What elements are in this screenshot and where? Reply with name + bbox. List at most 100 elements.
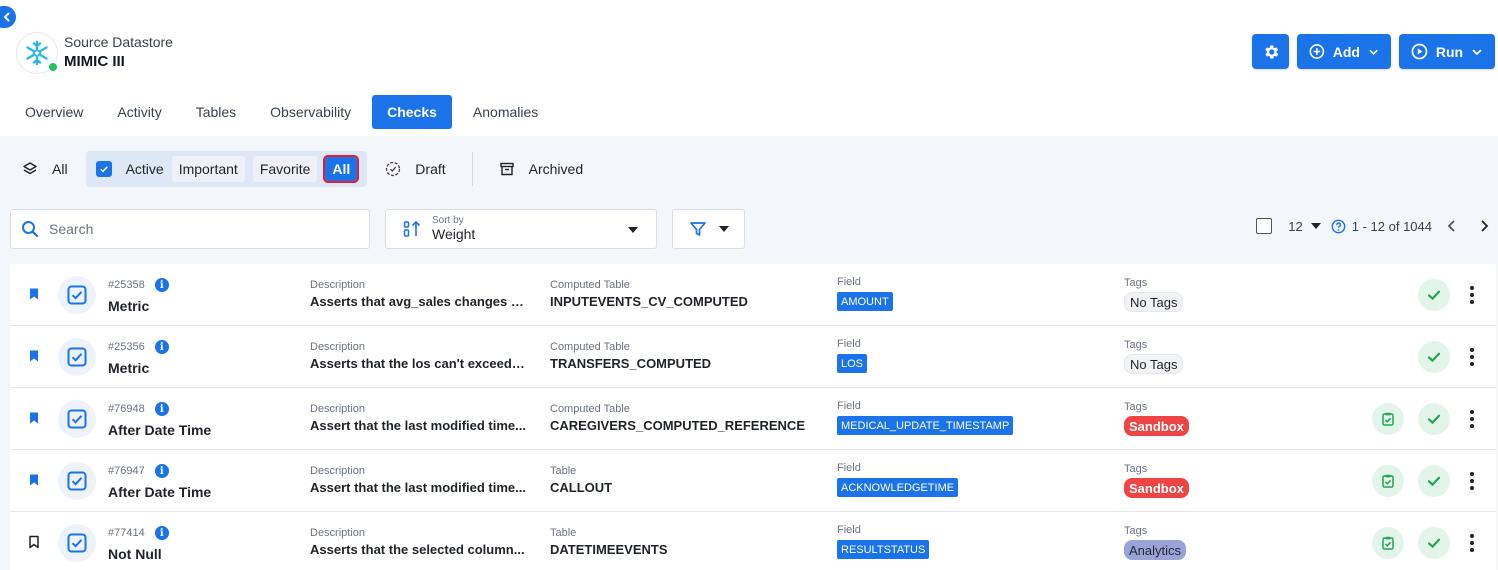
tab-activity[interactable]: Activity [104, 95, 174, 129]
layers-icon [23, 162, 37, 175]
info-icon[interactable]: i [154, 402, 169, 416]
check-row[interactable]: #77414 i Not Null Description Asserts th… [10, 512, 1496, 570]
tab-checks[interactable]: Checks [372, 95, 452, 129]
sidebar-collapse-button[interactable] [0, 6, 16, 28]
tags-label: Tags [1124, 401, 1148, 413]
filter-important[interactable]: Important [171, 156, 245, 182]
info-icon[interactable]: i [154, 526, 169, 540]
filter-favorite[interactable]: Favorite [252, 156, 318, 182]
check-table[interactable]: TRANSFERS_COMPUTED [550, 356, 711, 371]
sort-select[interactable]: Sort by Weight [385, 209, 657, 249]
chevron-down-icon [1369, 49, 1378, 55]
check-row[interactable]: #25356 i Metric Description Asserts that… [10, 326, 1496, 388]
bookmark-icon[interactable] [28, 349, 40, 368]
bookmark-icon[interactable] [28, 287, 40, 306]
check-table[interactable]: CALLOUT [550, 480, 612, 495]
field-label: Field [837, 524, 861, 536]
bookmark-icon[interactable] [28, 473, 40, 492]
filter-button[interactable] [672, 209, 745, 249]
active-status-button[interactable] [1418, 279, 1450, 311]
check-table[interactable]: CAREGIVERS_COMPUTED_REFERENCE [550, 418, 805, 433]
field-chip[interactable]: ACKNOWLEDGETIME [837, 478, 959, 497]
clipboard-check-icon [1382, 412, 1394, 426]
tag-badge: No Tags [1124, 292, 1184, 312]
chevron-right-icon[interactable] [1478, 219, 1490, 233]
checkbox-checked-icon [95, 161, 112, 177]
run-button[interactable]: Run [1399, 34, 1495, 69]
search-placeholder: Search [49, 221, 94, 237]
search-input[interactable]: Search [10, 209, 370, 249]
status-filter-bar: All Active Important Favorite All Draft … [12, 150, 583, 188]
filter-all-label: All [52, 161, 68, 177]
datastore-type-label: Source Datastore [64, 34, 173, 50]
more-options-icon[interactable] [1466, 346, 1478, 368]
caret-down-icon[interactable] [1310, 222, 1321, 230]
add-button[interactable]: Add [1297, 34, 1391, 69]
check-row[interactable]: #76948 i After Date Time Description Ass… [10, 388, 1496, 450]
table-type-label: Computed Table [550, 279, 630, 291]
filter-archived-label: Archived [528, 161, 584, 177]
archive-icon [499, 162, 514, 176]
active-status-button[interactable] [1418, 527, 1450, 559]
checkmark-icon [1427, 414, 1441, 425]
field-chip[interactable]: RESULTSTATUS [837, 540, 930, 559]
active-status-button[interactable] [1418, 465, 1450, 497]
more-options-icon[interactable] [1466, 408, 1478, 430]
search-icon [22, 221, 39, 238]
checkmark-icon [1427, 476, 1441, 487]
info-icon[interactable]: i [154, 464, 169, 478]
tab-observability[interactable]: Observability [257, 95, 364, 129]
sandbox-clipboard-button[interactable] [1372, 527, 1404, 559]
clipboard-check-icon [1382, 474, 1394, 488]
sandbox-clipboard-button[interactable] [1372, 403, 1404, 435]
select-all-checkbox[interactable] [1256, 218, 1273, 234]
check-row[interactable]: #76947 i After Date Time Description Ass… [10, 450, 1496, 512]
filter-all[interactable]: All [12, 161, 78, 177]
field-chip[interactable]: MEDICAL_UPDATE_TIMESTAMP [837, 416, 1014, 435]
field-chip[interactable]: AMOUNT [837, 292, 893, 311]
page-size-value[interactable]: 12 [1288, 219, 1302, 234]
chevron-left-icon[interactable] [1446, 219, 1458, 233]
tab-tables[interactable]: Tables [183, 95, 249, 129]
check-row[interactable]: #25358 i Metric Description Asserts that… [10, 264, 1496, 326]
info-icon[interactable]: i [154, 278, 169, 292]
bookmark-icon[interactable] [28, 411, 40, 430]
caret-down-icon [718, 226, 729, 232]
check-description: Asserts that avg_sales changes b... [310, 294, 526, 309]
active-status-button[interactable] [1418, 403, 1450, 435]
check-name: Not Null [108, 546, 162, 562]
datastore-name: MIMIC III [64, 53, 125, 70]
sort-icon [403, 220, 421, 237]
check-table[interactable]: DATETIMEEVENTS [550, 542, 668, 557]
check-table[interactable]: INPUTEVENTS_CV_COMPUTED [550, 294, 748, 309]
active-status-button[interactable] [1418, 341, 1450, 373]
info-icon[interactable]: i [154, 340, 169, 354]
tab-overview[interactable]: Overview [12, 95, 96, 129]
more-options-icon[interactable] [1466, 470, 1478, 492]
more-options-icon[interactable] [1466, 532, 1478, 554]
description-label: Description [310, 465, 366, 477]
check-name: After Date Time [108, 484, 212, 500]
field-label: Field [837, 400, 861, 412]
description-label: Description [310, 341, 366, 353]
more-options-icon[interactable] [1466, 284, 1478, 306]
filter-active[interactable]: Active [95, 161, 166, 177]
field-chip[interactable]: LOS [837, 354, 868, 373]
checks-list: #25358 i Metric Description Asserts that… [10, 264, 1496, 570]
help-circle-icon[interactable] [1331, 219, 1346, 234]
field-label: Field [837, 276, 861, 288]
filter-draft[interactable]: Draft [385, 161, 446, 177]
description-label: Description [310, 279, 366, 291]
filter-archived[interactable]: Archived [499, 161, 583, 177]
tab-anomalies[interactable]: Anomalies [460, 95, 551, 129]
tags-label: Tags [1124, 525, 1148, 537]
check-description: Assert that the last modified time... [310, 480, 526, 495]
check-id: #76948 [108, 403, 145, 415]
check-id: #76947 [108, 465, 145, 477]
table-type-label: Table [550, 465, 577, 477]
filter-active-all[interactable]: All [323, 155, 360, 183]
settings-button[interactable] [1252, 34, 1289, 69]
pagination: 12 1 - 12 of 1044 [1256, 218, 1490, 234]
sandbox-clipboard-button[interactable] [1372, 465, 1404, 497]
bookmark-icon[interactable] [28, 535, 40, 554]
